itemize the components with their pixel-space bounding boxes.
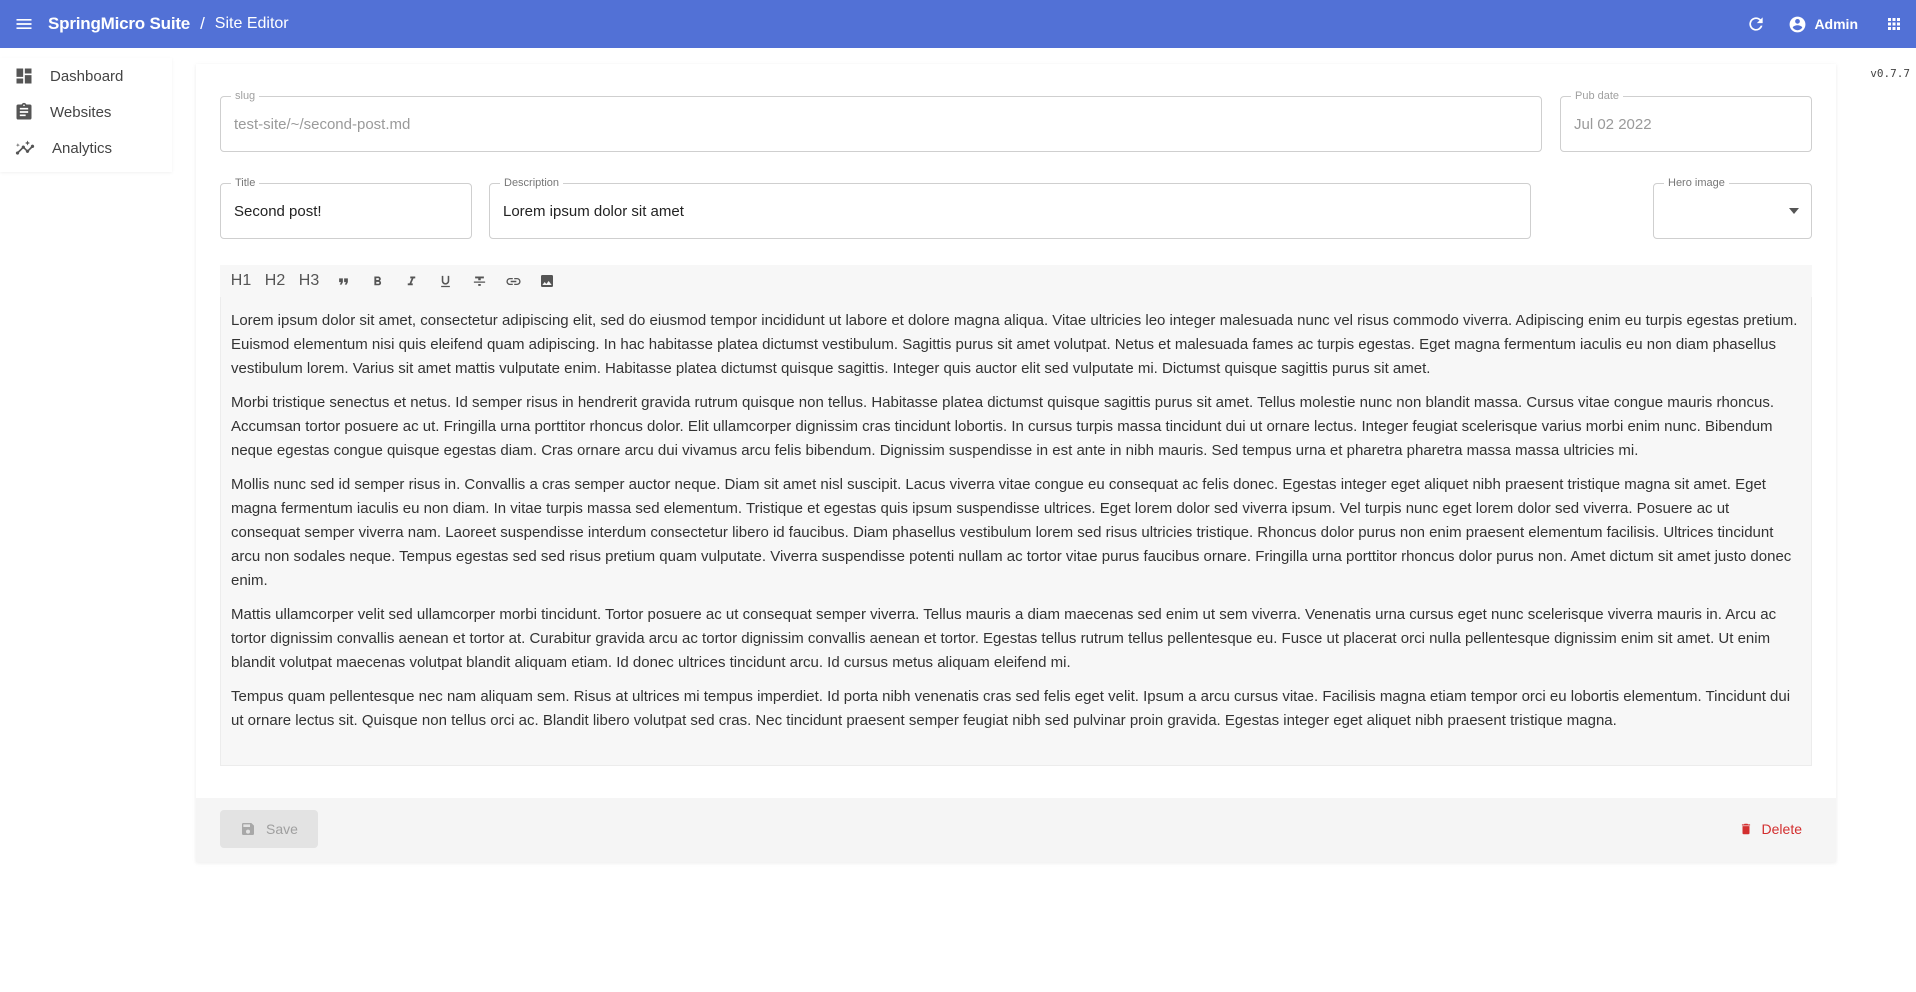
clipboard-icon — [16, 102, 32, 120]
brand-title[interactable]: SpringMicro Suite — [48, 14, 190, 34]
hero-image-select[interactable]: Hero image — [1653, 177, 1812, 239]
sidebar-item-websites[interactable]: Websites — [0, 94, 172, 130]
user-name: Admin — [1814, 16, 1858, 32]
apps-grid-icon — [1888, 18, 1900, 30]
save-icon — [242, 823, 255, 835]
hero-image-label: Hero image — [1664, 177, 1729, 189]
refresh-button[interactable] — [1736, 0, 1776, 48]
editor-paragraph: Mattis ullamcorper velit sed ullamcorper… — [231, 606, 1777, 671]
pub-date-field[interactable]: Pub date Jul 02 2022 — [1560, 90, 1812, 152]
sidebar-item-dashboard[interactable]: Dashboard — [0, 58, 172, 94]
italic-icon — [407, 276, 415, 285]
strikethrough-icon — [473, 276, 485, 286]
menu-button[interactable] — [0, 0, 48, 48]
quote-button[interactable] — [326, 267, 360, 295]
sidebar-item-label: Websites — [50, 103, 112, 121]
menu-icon — [16, 19, 32, 29]
slug-field[interactable]: slug test-site/~/second-post.md — [220, 90, 1542, 152]
editor-toolbar: H1 H2 H3 — [220, 265, 1812, 297]
trash-icon — [1741, 823, 1750, 835]
editor-paragraph: Morbi tristique senectus et netus. Id se… — [231, 394, 1774, 459]
heading3-button[interactable]: H3 — [292, 267, 326, 295]
italic-button[interactable] — [394, 267, 428, 295]
strikethrough-button[interactable] — [462, 267, 496, 295]
underline-button[interactable] — [428, 267, 462, 295]
user-menu[interactable]: Admin — [1788, 15, 1858, 34]
editor-card: slug test-site/~/second-post.md Pub date… — [196, 64, 1836, 862]
editor-paragraph: Lorem ipsum dolor sit amet, consectetur … — [231, 312, 1798, 377]
page-section-title: Site Editor — [214, 15, 289, 32]
version-label: v0.7.7 — [1870, 67, 1910, 80]
editor-footer: Save Delete — [196, 798, 1836, 862]
heading2-button[interactable]: H2 — [258, 267, 292, 295]
delete-label: Delete — [1761, 821, 1802, 837]
image-button[interactable] — [530, 267, 564, 295]
account-circle-icon — [1790, 16, 1806, 32]
app-bar: SpringMicro Suite / Site Editor Admin — [0, 0, 1916, 48]
analytics-icon — [15, 140, 35, 155]
heading1-button[interactable]: H1 — [224, 267, 258, 295]
sidebar-item-label: Analytics — [52, 139, 113, 157]
quote-icon — [338, 277, 348, 285]
dropdown-arrow-icon — [1789, 208, 1799, 214]
markdown-editor[interactable]: Lorem ipsum dolor sit amet, consectetur … — [220, 297, 1812, 766]
link-icon — [505, 277, 521, 285]
save-label: Save — [266, 821, 298, 837]
sidebar-item-analytics[interactable]: Analytics — [0, 130, 172, 166]
breadcrumb-separator: / — [200, 14, 205, 33]
underline-icon — [440, 275, 450, 287]
image-icon — [541, 275, 553, 287]
description-field[interactable]: Description Lorem ipsum dolor sit amet — [489, 177, 1531, 239]
title-field[interactable]: Title Second post! — [220, 177, 472, 239]
sidebar: Dashboard Websites Analytics — [0, 58, 172, 172]
bold-button[interactable] — [360, 267, 394, 295]
dashboard-icon — [16, 68, 32, 84]
link-button[interactable] — [496, 267, 530, 295]
description-value: Lorem ipsum dolor sit amet — [503, 202, 684, 220]
apps-button[interactable] — [1872, 0, 1916, 48]
pub-date-value: Jul 02 2022 — [1574, 115, 1652, 133]
refresh-icon — [1749, 17, 1764, 31]
slug-value: test-site/~/second-post.md — [234, 115, 411, 133]
bold-icon — [373, 276, 381, 285]
sidebar-item-label: Dashboard — [50, 67, 124, 85]
save-button[interactable]: Save — [220, 810, 318, 848]
editor-paragraph: Mollis nunc sed id semper risus in. Conv… — [231, 476, 1792, 589]
delete-button[interactable]: Delete — [1739, 810, 1802, 848]
title-value: Second post! — [234, 202, 322, 220]
editor-paragraph: Tempus quam pellentesque nec nam aliquam… — [231, 688, 1791, 729]
